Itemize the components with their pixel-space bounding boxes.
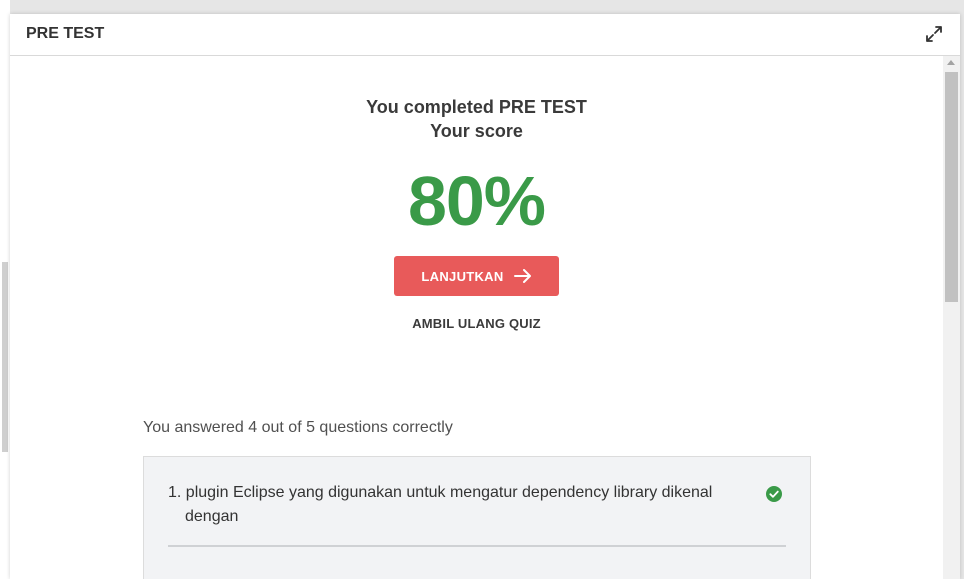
score-label: Your score — [430, 121, 523, 141]
expand-icon[interactable] — [924, 24, 944, 44]
results-content: You completed PRE TEST Your score 80% LA… — [10, 56, 943, 579]
retake-quiz-link[interactable]: AMBIL ULANG QUIZ — [10, 316, 943, 331]
completed-message: You completed PRE TEST — [366, 97, 587, 117]
scroll-up-arrow-icon[interactable] — [947, 60, 955, 65]
arrow-right-icon — [513, 269, 531, 283]
quiz-panel: PRE TEST You completed PRE TEST Your sco… — [10, 14, 960, 579]
vertical-scrollbar[interactable] — [943, 56, 960, 579]
left-edge-scroll-bar — [2, 262, 8, 452]
left-edge — [0, 0, 10, 579]
scroll-thumb[interactable] — [945, 72, 958, 302]
question-divider — [168, 545, 786, 547]
panel-title: PRE TEST — [26, 25, 105, 42]
continue-button-label: LANJUTKAN — [421, 268, 504, 284]
score-value: 80% — [407, 162, 546, 240]
panel-header: PRE TEST — [10, 14, 960, 56]
continue-button[interactable]: LANJUTKAN — [394, 256, 559, 296]
check-circle-icon — [766, 486, 782, 502]
question-text: 1. plugin Eclipse yang digunakan untuk m… — [168, 484, 713, 525]
question-card[interactable]: 1. plugin Eclipse yang digunakan untuk m… — [143, 456, 811, 579]
answered-summary: You answered 4 out of 5 questions correc… — [143, 419, 453, 436]
